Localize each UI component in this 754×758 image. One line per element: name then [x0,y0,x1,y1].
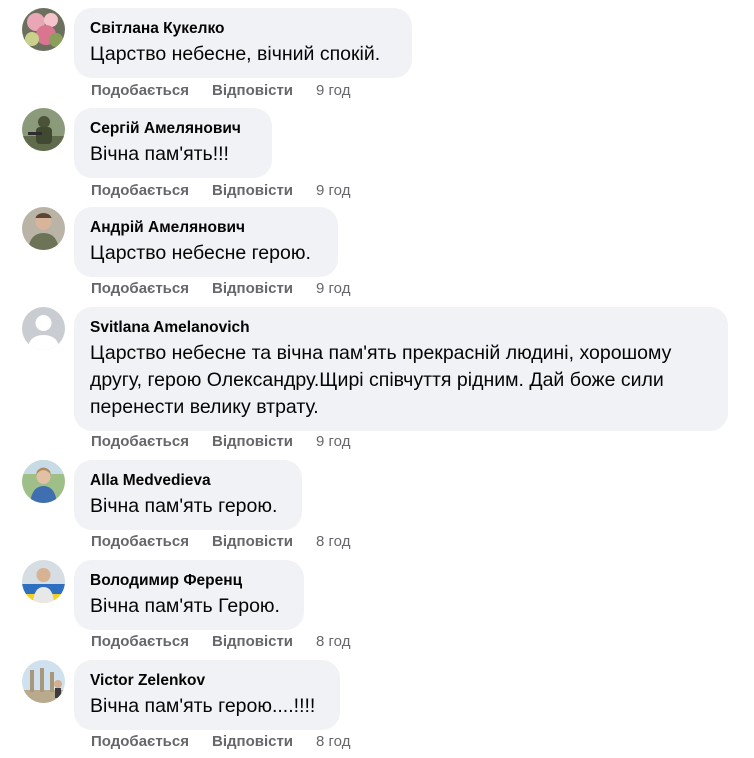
reply-button[interactable]: Відповісти [212,81,293,101]
soldier-avatar-icon[interactable] [22,108,65,151]
comment-author[interactable]: Світлана Кукелко [90,19,396,39]
comment-bubble: Svitlana Amelanovich Царство небесне та … [74,307,728,431]
default-avatar-icon[interactable] [22,307,65,350]
like-button[interactable]: Подобається [91,732,189,752]
comment-bubble: Сергій Амелянович Вічна пам'ять!!! [74,108,272,178]
comment-actions: Подобається Відповісти 8 год [91,532,350,552]
reply-button[interactable]: Відповісти [212,732,293,752]
comment-text: Вічна пам'ять Герою. [90,595,280,617]
comment-timestamp[interactable]: 8 год [316,632,350,652]
comment-actions: Подобається Відповісти 9 год [91,279,350,299]
reply-button[interactable]: Відповісти [212,632,293,652]
like-button[interactable]: Подобається [91,632,189,652]
like-button[interactable]: Подобається [91,181,189,201]
comment-author[interactable]: Victor Zelenkov [90,671,324,691]
ruins-avatar-icon[interactable] [22,660,65,703]
comment-timestamp[interactable]: 9 год [316,181,350,201]
comment-bubble: Андрій Амелянович Царство небесне герою. [74,207,338,277]
comment-text: Царство небесне герою. [90,242,311,264]
comment-timestamp[interactable]: 8 год [316,532,350,552]
person-avatar-icon[interactable] [22,207,65,250]
reply-button[interactable]: Відповісти [212,181,293,201]
comment-text: Царство небесне та вічна пам'ять прекрас… [90,342,672,418]
comment-timestamp[interactable]: 9 год [316,279,350,299]
comment-actions: Подобається Відповісти 9 год [91,432,350,452]
person-flag-avatar-icon[interactable] [22,560,65,603]
comment-bubble: Alla Medvedieva Вічна пам'ять герою. [74,460,302,530]
reply-button[interactable]: Відповісти [212,432,293,452]
person-outdoor-avatar-icon[interactable] [22,460,65,503]
comment-bubble: Victor Zelenkov Вічна пам'ять герою....!… [74,660,340,730]
comment-text: Царство небесне, вічний спокій. [90,43,381,65]
comment-author[interactable]: Володимир Ференц [90,571,288,591]
comment-actions: Подобається Відповісти 8 год [91,632,350,652]
comment-bubble: Світлана Кукелко Царство небесне, вічний… [74,8,412,78]
like-button[interactable]: Подобається [91,279,189,299]
comment-timestamp[interactable]: 9 год [316,432,350,452]
comment-author[interactable]: Сергій Амелянович [90,119,256,139]
reply-button[interactable]: Відповісти [212,279,293,299]
reply-button[interactable]: Відповісти [212,532,293,552]
like-button[interactable]: Подобається [91,432,189,452]
comment-actions: Подобається Відповісти 8 год [91,732,350,752]
comment-timestamp[interactable]: 9 год [316,81,350,101]
comment-text: Вічна пам'ять!!! [90,143,229,165]
comment-actions: Подобається Відповісти 9 год [91,81,350,101]
like-button[interactable]: Подобається [91,81,189,101]
comment-actions: Подобається Відповісти 9 год [91,181,350,201]
comment-author[interactable]: Alla Medvedieva [90,471,286,491]
comment-text: Вічна пам'ять герою. [90,495,278,517]
like-button[interactable]: Подобається [91,532,189,552]
comment-author[interactable]: Андрій Амелянович [90,218,322,238]
comment-timestamp[interactable]: 8 год [316,732,350,752]
comment-author[interactable]: Svitlana Amelanovich [90,318,712,338]
comment-text: Вічна пам'ять герою....!!!! [90,695,316,717]
comment-bubble: Володимир Ференц Вічна пам'ять Герою. [74,560,304,630]
flowers-avatar-icon[interactable] [22,8,65,51]
